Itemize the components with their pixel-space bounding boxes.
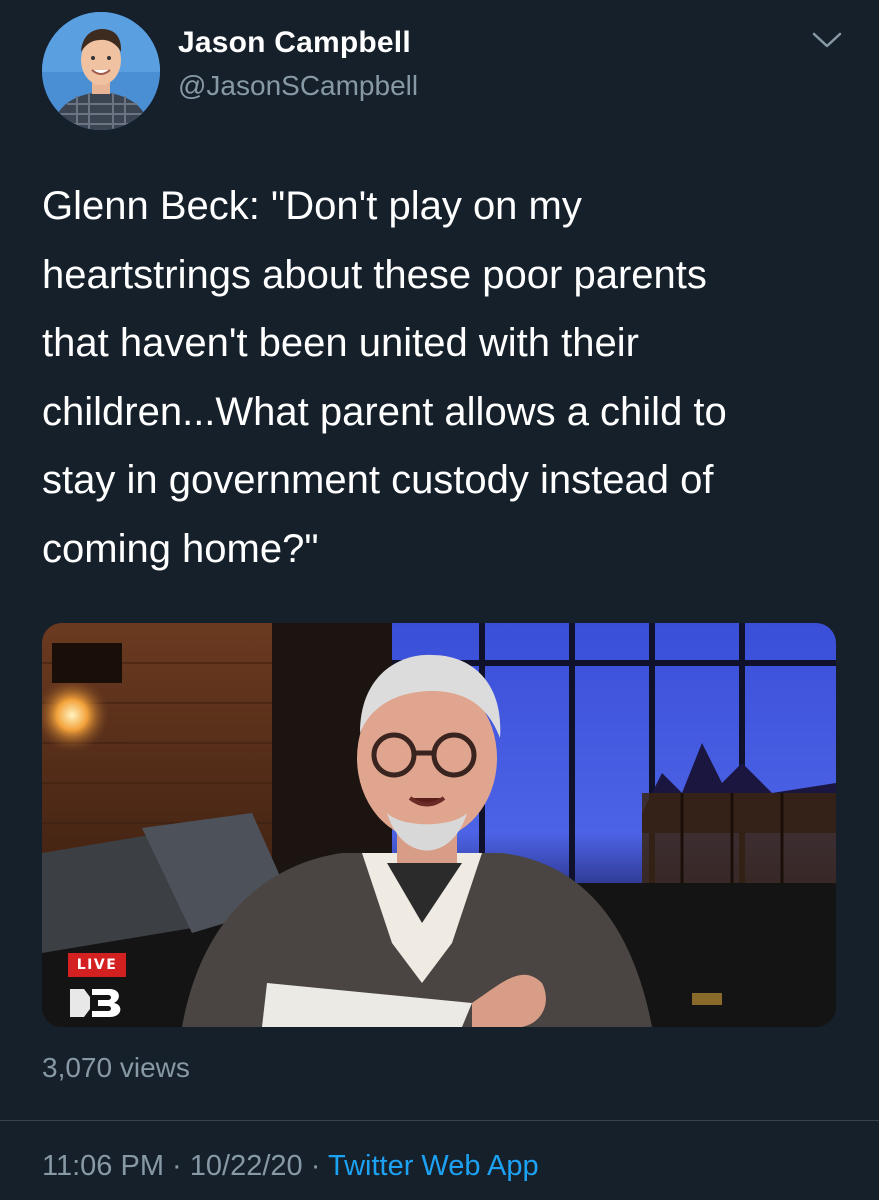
view-count: 3,070 views (42, 1052, 190, 1083)
author-handle[interactable]: @JasonSCampbell (178, 70, 418, 102)
profile-photo (42, 12, 160, 130)
tweet-card: Jason Campbell @JasonSCampbell Glenn Bec… (0, 0, 879, 1200)
tweet-text: Glenn Beck: "Don't play on my heartstrin… (42, 184, 727, 571)
meta-separator: · (172, 1150, 182, 1182)
tweet-time[interactable]: 11:06 PM (42, 1150, 164, 1182)
chevron-down-icon[interactable] (810, 26, 844, 52)
live-badge: LIVE (68, 953, 126, 977)
video-player[interactable]: LIVE (42, 623, 836, 1027)
author-display-name[interactable]: Jason Campbell (178, 26, 411, 60)
blaze-logo-icon (70, 989, 121, 1017)
video-frame (42, 623, 836, 1027)
tweet-meta: 11:06 PM · 10/22/20 · Twitter Web App (42, 1150, 539, 1183)
divider (0, 1120, 879, 1121)
tweet-date[interactable]: 10/22/20 (190, 1150, 303, 1182)
meta-separator: · (310, 1150, 321, 1182)
avatar[interactable] (42, 12, 160, 130)
tweet-source-link[interactable]: Twitter Web App (328, 1150, 539, 1182)
